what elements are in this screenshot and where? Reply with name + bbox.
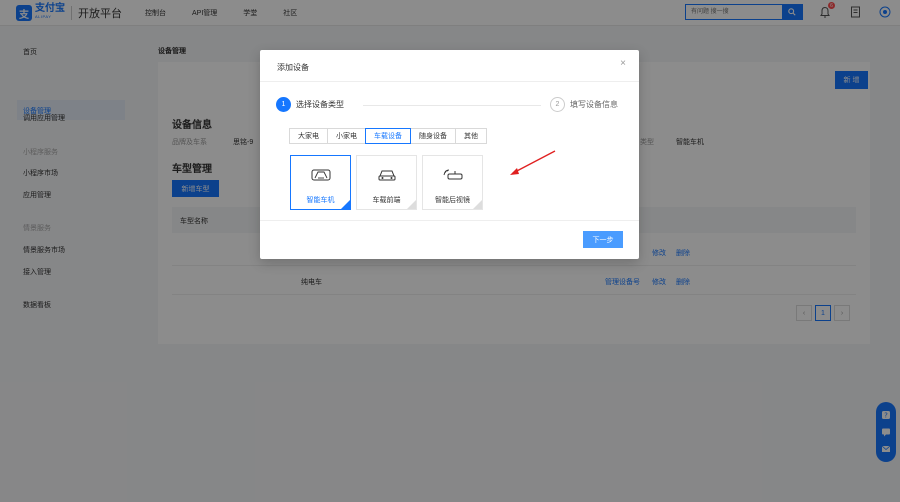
modal-title: 添加设备 bbox=[277, 63, 309, 72]
step-fill-info: 2 填写设备信息 bbox=[550, 97, 618, 112]
card-smart-head-unit[interactable]: 智能车机 bbox=[290, 155, 351, 210]
card-vehicle-frontend[interactable]: 车载前端 bbox=[356, 155, 417, 210]
tab-vehicle-device[interactable]: 车载设备 bbox=[365, 128, 411, 144]
step-label: 填写设备信息 bbox=[570, 100, 618, 109]
close-icon[interactable]: × bbox=[618, 59, 628, 69]
car-icon bbox=[378, 170, 396, 181]
selected-corner-marker bbox=[341, 200, 350, 209]
step-number: 2 bbox=[550, 97, 565, 112]
modal-footer-divider bbox=[260, 220, 639, 221]
modal-header-divider bbox=[260, 81, 639, 82]
rearview-mirror-icon bbox=[443, 169, 463, 180]
unselected-corner-marker bbox=[473, 200, 482, 209]
tab-small-appliance[interactable]: 小家电 bbox=[327, 128, 366, 144]
device-category-tabs: 大家电 小家电 车载设备 随身设备 其他 bbox=[289, 128, 487, 144]
card-smart-rearview-mirror[interactable]: 智能后视镜 bbox=[422, 155, 483, 210]
unselected-corner-marker bbox=[407, 200, 416, 209]
tab-large-appliance[interactable]: 大家电 bbox=[289, 128, 328, 144]
next-step-button[interactable]: 下一步 bbox=[583, 231, 623, 248]
add-device-modal: 添加设备 × 1 选择设备类型 2 填写设备信息 大家电 小家电 车载设备 随身… bbox=[260, 50, 639, 259]
step-connector bbox=[363, 105, 541, 106]
red-annotation-arrow bbox=[510, 150, 556, 175]
tab-portable-device[interactable]: 随身设备 bbox=[410, 128, 456, 144]
step-label: 选择设备类型 bbox=[296, 100, 344, 109]
step-select-type: 1 选择设备类型 bbox=[276, 97, 344, 112]
device-type-cards: 智能车机 车载前端 智能后视镜 bbox=[290, 155, 488, 210]
tab-other[interactable]: 其他 bbox=[455, 128, 487, 144]
head-unit-icon bbox=[311, 169, 331, 181]
step-number: 1 bbox=[276, 97, 291, 112]
